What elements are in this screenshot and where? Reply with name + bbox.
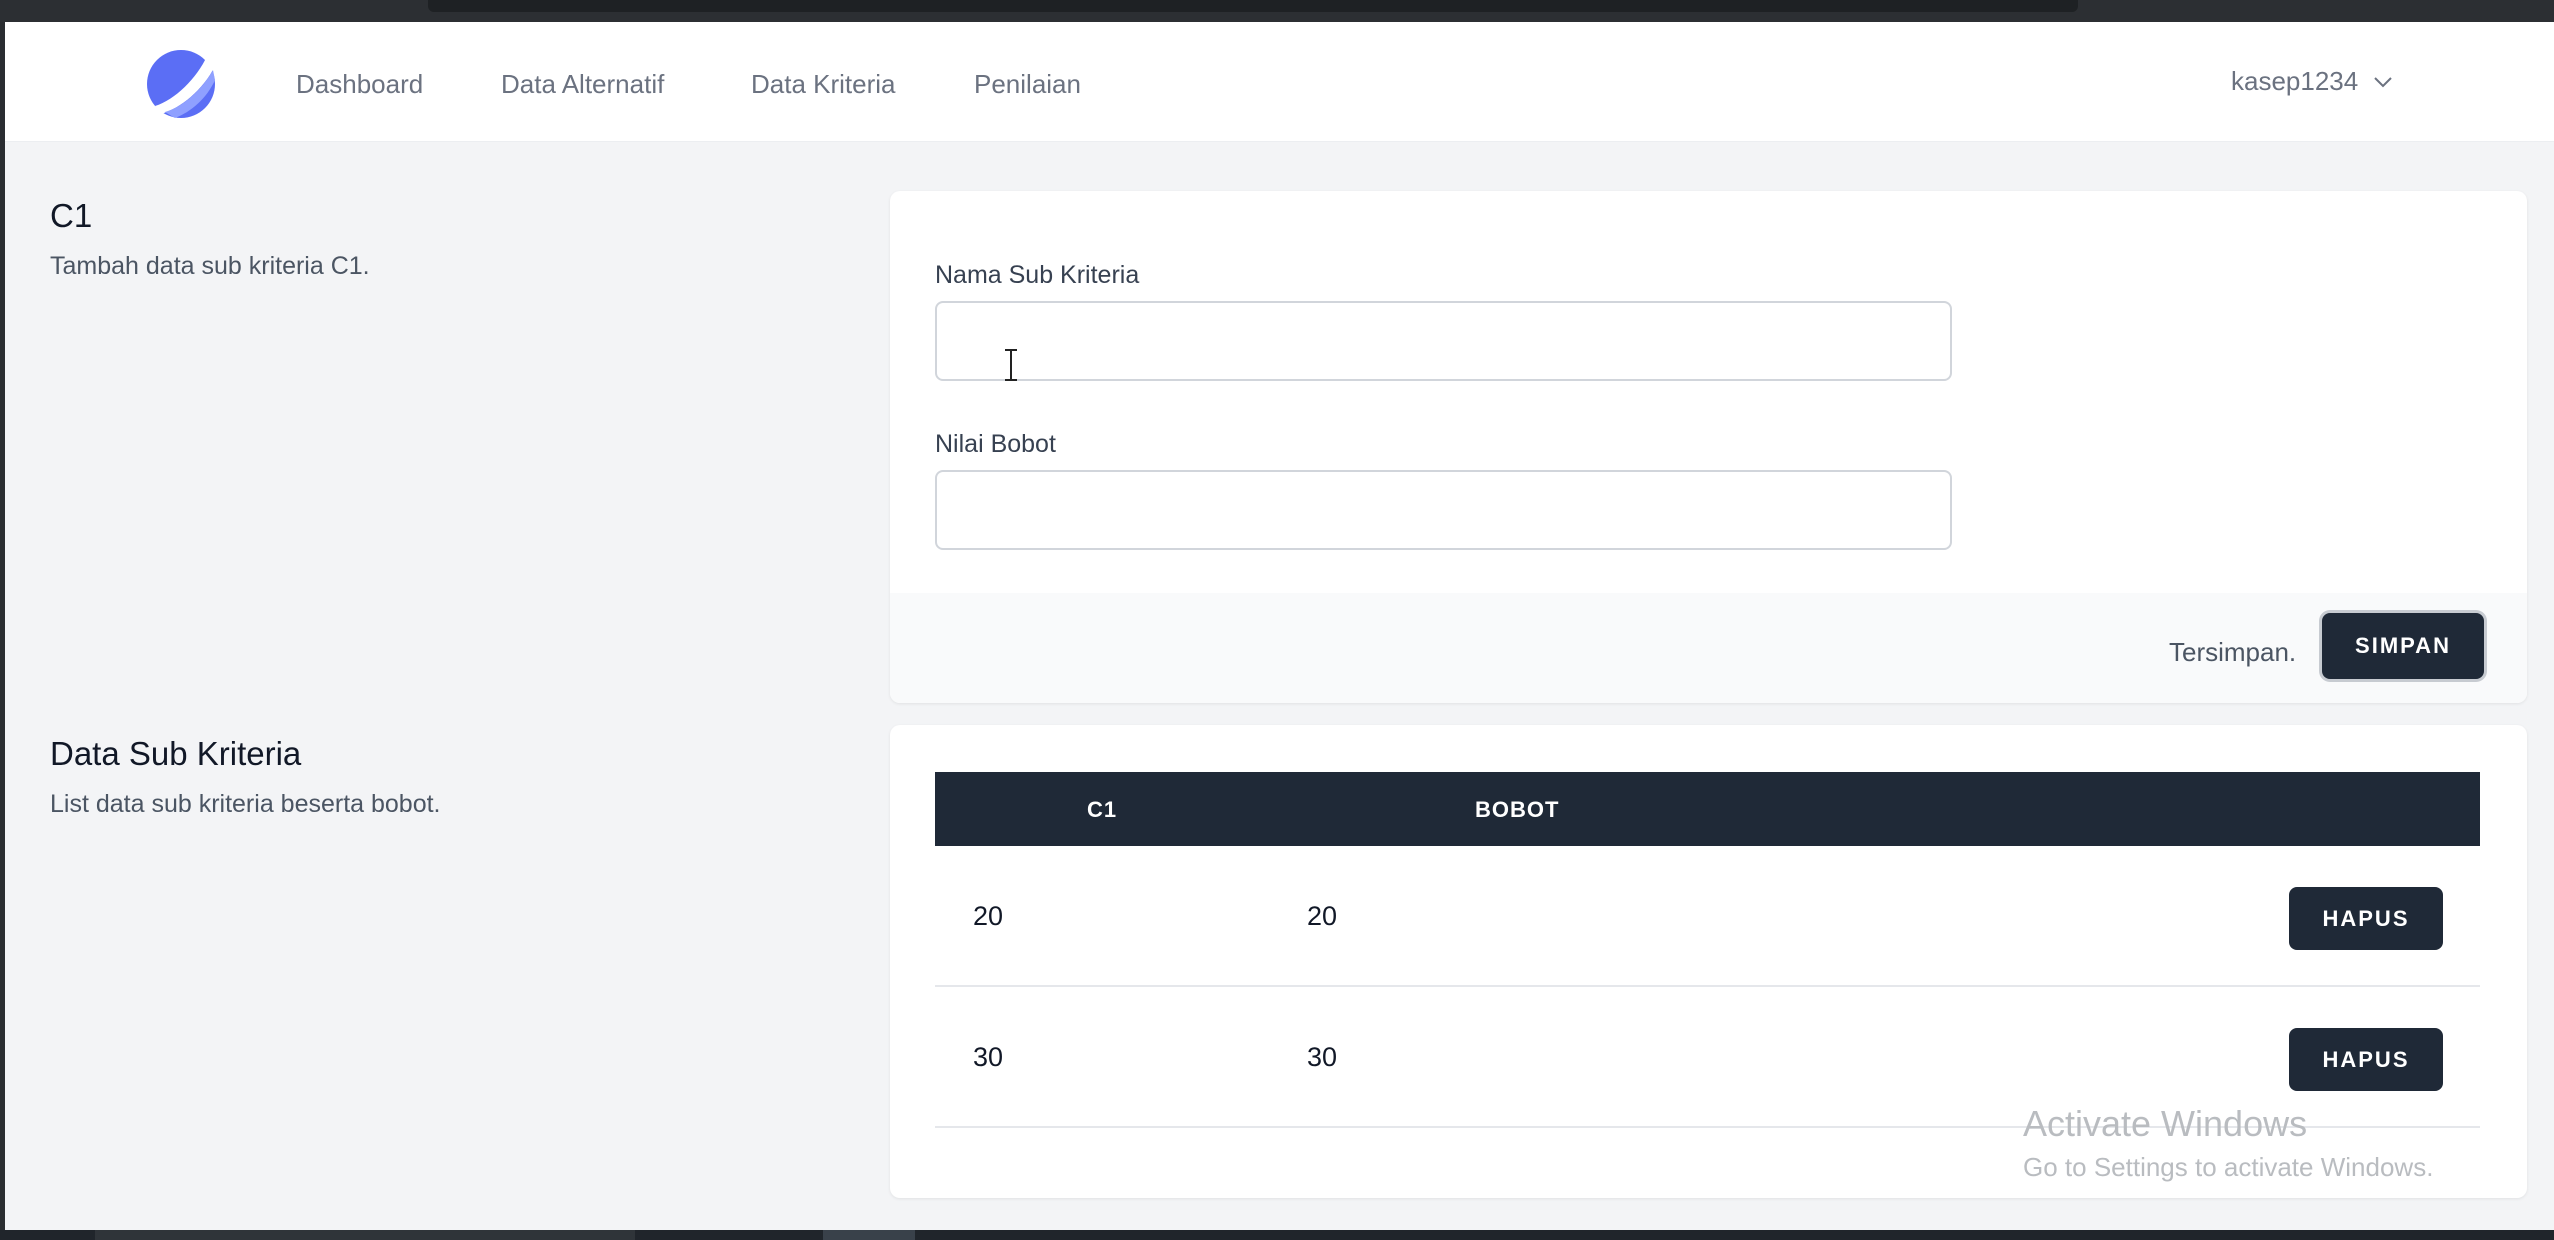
user-menu[interactable]: kasep1234 (2231, 66, 2394, 97)
form-section-description: Tambah data sub kriteria C1. (50, 252, 370, 280)
nav-link-data-kriteria[interactable]: Data Kriteria (751, 69, 896, 100)
cell-name: 30 (973, 1042, 1004, 1072)
form-section-title: C1 (50, 197, 93, 234)
chevron-down-icon (2374, 76, 2392, 87)
nav-link-data-alternatif[interactable]: Data Alternatif (501, 69, 664, 100)
browser-top-bar-strip (428, 0, 2078, 12)
cell-bobot: 20 (1307, 901, 1338, 931)
form-footer: Tersimpan. SIMPAN (890, 593, 2527, 703)
taskbar (0, 1230, 2554, 1240)
save-button[interactable]: SIMPAN (2322, 613, 2484, 679)
delete-button[interactable]: HAPUS (2289, 1028, 2443, 1091)
nav-link-dashboard[interactable]: Dashboard (296, 69, 423, 100)
add-sub-criteria-form: Nama Sub Kriteria Nilai Bobot Tersimpan.… (890, 191, 2527, 703)
saved-status-text: Tersimpan. (2169, 637, 2297, 667)
taskbar-item[interactable] (95, 1230, 635, 1240)
delete-button[interactable]: HAPUS (2289, 887, 2443, 950)
browser-top-bar (0, 0, 2554, 22)
activate-windows-subtitle: Go to Settings to activate Windows. (2023, 1152, 2434, 1182)
table-row: 20 20 HAPUS (935, 846, 2480, 987)
text-cursor-icon (1005, 349, 1017, 381)
cell-bobot: 30 (1307, 1042, 1338, 1072)
user-name: kasep1234 (2231, 66, 2359, 96)
table-header: C1 BOBOT (935, 772, 2480, 846)
taskbar-item-active[interactable] (823, 1230, 915, 1240)
name-input[interactable] (935, 301, 1952, 381)
app-logo-icon[interactable] (145, 48, 217, 120)
column-header-c1: C1 (1087, 797, 1118, 822)
column-header-bobot: BOBOT (1475, 797, 1560, 822)
top-navbar: Dashboard Data Alternatif Data Kriteria … (5, 22, 2554, 142)
page-viewport: Dashboard Data Alternatif Data Kriteria … (5, 22, 2554, 1230)
nav-link-penilaian[interactable]: Penilaian (974, 69, 1081, 100)
table-section-title: Data Sub Kriteria (50, 735, 302, 772)
activate-windows-title: Activate Windows (2023, 1103, 2308, 1144)
cell-name: 20 (973, 901, 1004, 931)
weight-field-label: Nilai Bobot (935, 430, 1056, 458)
name-field-label: Nama Sub Kriteria (935, 261, 1140, 289)
table-section-description: List data sub kriteria beserta bobot. (50, 790, 441, 818)
weight-input[interactable] (935, 470, 1952, 550)
